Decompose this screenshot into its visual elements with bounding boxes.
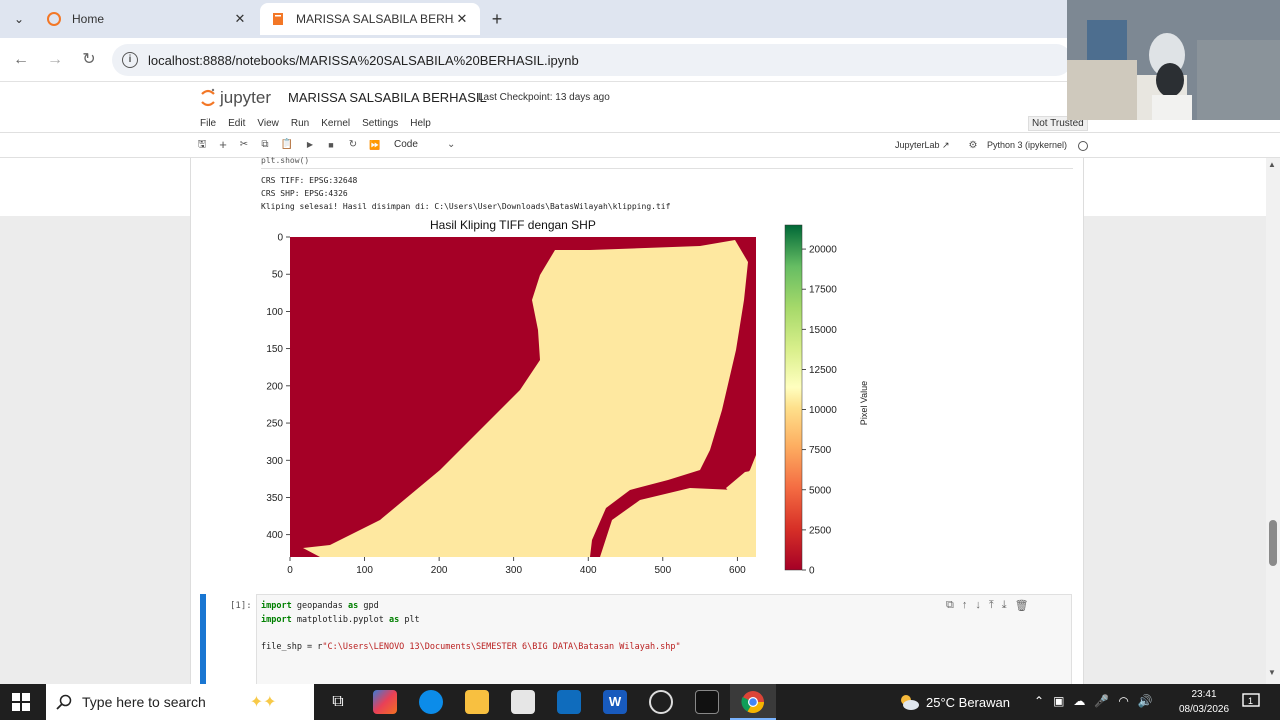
code-line: import geopandas as gpd	[261, 601, 379, 611]
colorbar-tick-label: 15000	[809, 325, 837, 336]
search-icon	[56, 694, 72, 710]
search-placeholder: Type here to search	[82, 694, 206, 710]
colorbar-tick-label: 20000	[809, 245, 837, 256]
colorbar-tick-label: 12500	[809, 365, 837, 376]
chrome-icon	[741, 691, 764, 713]
colorbar-tick-label: 10000	[809, 405, 837, 416]
y-tick-label: 200	[266, 381, 283, 392]
copilot-icon[interactable]	[373, 690, 397, 714]
duplicate-cell-icon[interactable]: ⧉	[946, 599, 954, 612]
scroll-up-icon[interactable]: ▲	[1268, 160, 1276, 169]
code-keyword: as	[388, 615, 400, 625]
code-text: file_shp = r	[261, 642, 323, 652]
webcam-image	[1067, 0, 1280, 120]
x-tick-label: 600	[729, 565, 746, 576]
tray-cloud-icon[interactable]: ☁	[1073, 694, 1085, 708]
colorbar	[784, 224, 803, 571]
volume-icon[interactable]: 🔊	[1138, 694, 1153, 708]
page-scrollbar[interactable]	[1266, 158, 1280, 684]
x-tick-label: 500	[654, 565, 671, 576]
x-tick-label: 100	[356, 565, 373, 576]
tray-overflow-icon[interactable]: ⌃	[1034, 694, 1044, 708]
terminal-icon[interactable]	[695, 690, 719, 714]
system-tray: ⌃ ▣ ☁ 🎤 ◠ 🔊	[1034, 694, 1153, 708]
windows-taskbar: Type here to search ✦✦ ⧉ W 25°C Berawan …	[0, 684, 1280, 720]
scroll-down-icon[interactable]: ▼	[1268, 668, 1276, 677]
clock-date: 08/03/2026	[1178, 704, 1230, 715]
weather-text: 25°C Berawan	[926, 694, 1010, 710]
insert-below-icon[interactable]: ⤓	[1002, 599, 1007, 612]
y-tick-label: 50	[272, 270, 284, 281]
y-tick-label: 0	[277, 233, 283, 244]
cell-toolbar: ⧉ ↑ ↓ ⤒ ⤓ 🗑	[946, 599, 1029, 612]
task-view-icon[interactable]: ⧉	[326, 690, 350, 714]
scrollbar-thumb[interactable]	[1269, 520, 1277, 566]
code-line: import matplotlib.pyplot as plt	[261, 615, 420, 625]
weather-widget[interactable]: 25°C Berawan	[898, 692, 1010, 712]
outlook-icon[interactable]	[557, 690, 581, 714]
code-text: matplotlib.pyplot	[291, 615, 389, 625]
x-tick-label: 200	[431, 565, 448, 576]
y-tick-label: 100	[266, 307, 283, 318]
colorbar-tick-label: 7500	[809, 445, 832, 456]
move-down-icon[interactable]: ↓	[975, 599, 981, 612]
code-text: gpd	[358, 601, 379, 611]
word-icon[interactable]: W	[603, 690, 627, 714]
code-keyword: import	[261, 601, 292, 611]
microphone-icon[interactable]: 🎤	[1094, 694, 1109, 708]
code-text: geopandas	[291, 601, 349, 611]
active-cell-indicator	[200, 594, 206, 684]
clock-time: 23:41	[1191, 689, 1217, 700]
y-tick-label: 150	[266, 344, 283, 355]
insert-above-icon[interactable]: ⤒	[989, 599, 994, 612]
x-tick-label: 400	[580, 565, 597, 576]
code-string: "C:\Users\LENOVO 13\Documents\SEMESTER 6…	[322, 642, 681, 652]
code-keyword: import	[261, 615, 292, 625]
code-line: file_shp = r"C:\Users\LENOVO 13\Document…	[261, 642, 681, 652]
chrome-taskbar-button[interactable]	[730, 684, 776, 720]
y-tick-label: 250	[266, 419, 283, 430]
y-tick-label: 300	[266, 456, 283, 467]
taskbar-search-box[interactable]: Type here to search ✦✦	[46, 684, 314, 720]
delete-cell-icon[interactable]: 🗑	[1015, 599, 1029, 612]
move-up-icon[interactable]: ↑	[962, 599, 968, 612]
windows-start-icon[interactable]	[12, 693, 30, 711]
y-tick-label: 400	[266, 530, 283, 541]
copilot-sparkle-icon: ✦✦	[249, 694, 277, 711]
code-cell[interactable]: [1]: import geopandas as gpd import matp…	[200, 594, 1072, 684]
colorbar-tick-label: 0	[809, 566, 815, 577]
colorbar-tick-label: 5000	[809, 485, 832, 496]
taskbar-clock[interactable]: 23:41 08/03/2026	[1172, 687, 1236, 717]
notification-icon[interactable]: 1	[1242, 692, 1260, 710]
x-tick-label: 0	[287, 565, 293, 576]
code-text: plt	[399, 615, 420, 625]
cell-prompt: [1]:	[230, 601, 252, 611]
x-tick-label: 300	[505, 565, 522, 576]
svg-text:1: 1	[1248, 696, 1253, 706]
edge-icon[interactable]	[419, 690, 443, 714]
tray-app-icon[interactable]: ▣	[1053, 694, 1064, 708]
code-keyword: as	[348, 601, 359, 611]
colorbar-tick-label: 2500	[809, 525, 832, 536]
webcam-overlay	[1067, 0, 1280, 120]
y-tick-label: 350	[266, 493, 283, 504]
file-explorer-icon[interactable]	[465, 690, 489, 714]
colorbar-tick-label: 17500	[809, 285, 837, 296]
clock-app-icon[interactable]	[649, 690, 673, 714]
microsoft-store-icon[interactable]	[511, 690, 535, 714]
wifi-icon[interactable]: ◠	[1118, 694, 1128, 708]
colorbar-label: Pixel Value	[859, 380, 869, 426]
weather-cloudy-icon	[901, 695, 919, 710]
